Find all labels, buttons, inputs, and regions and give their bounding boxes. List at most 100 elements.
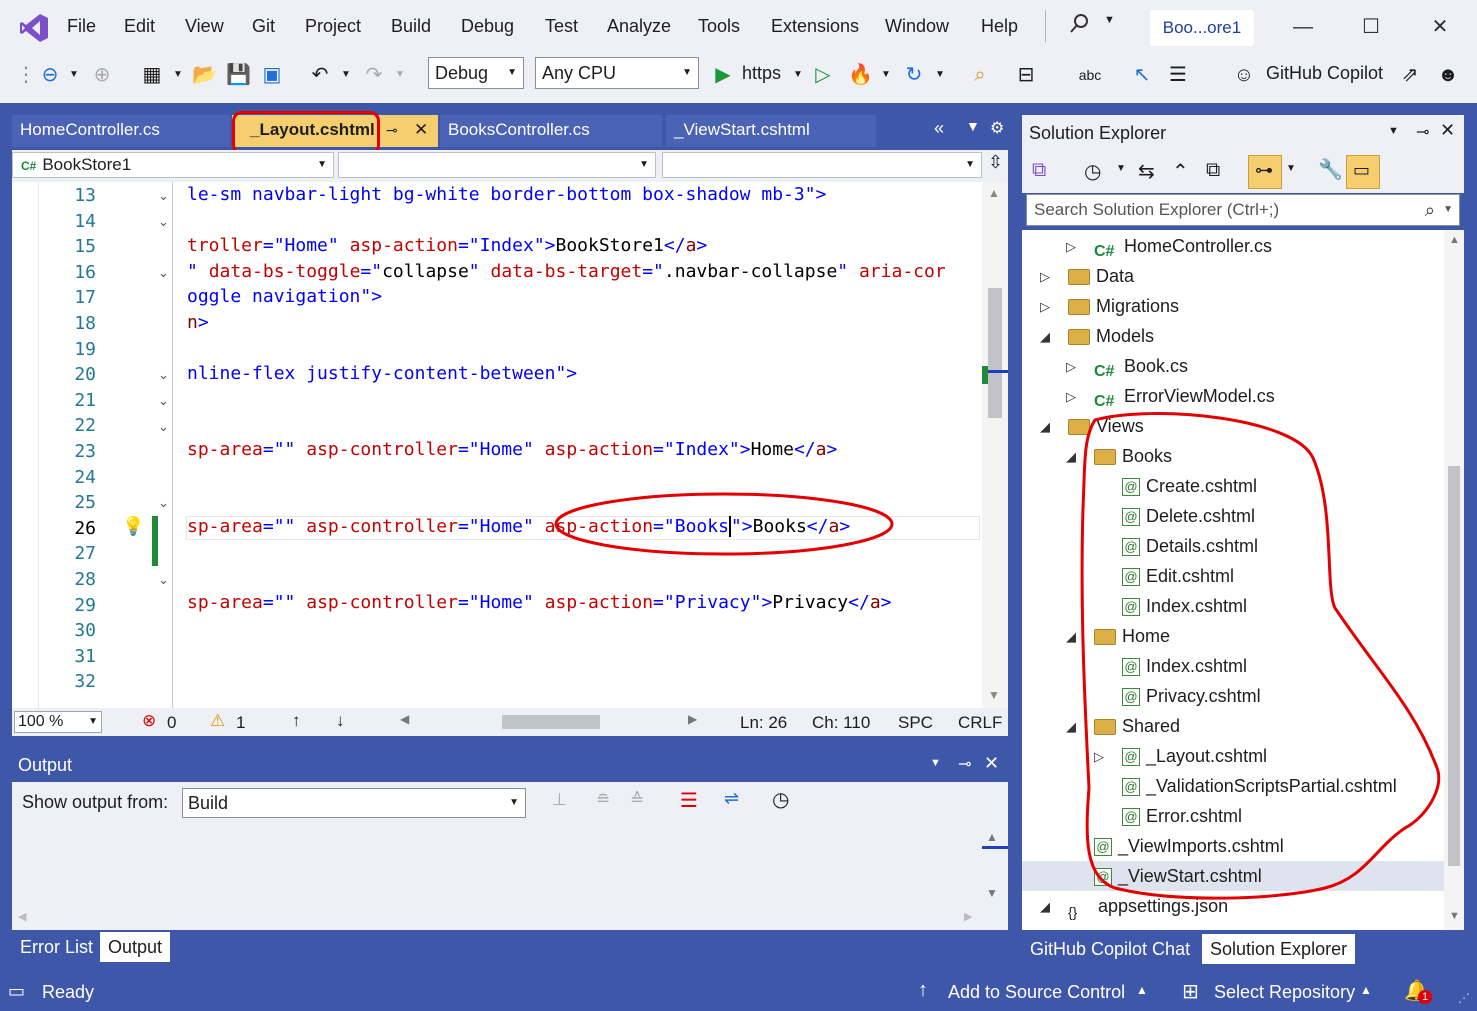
switch-views-icon[interactable]: ⧉ bbox=[1032, 159, 1046, 182]
zoom-select[interactable]: 100 % ▼ bbox=[14, 711, 102, 733]
menu-analyze[interactable]: Analyze bbox=[607, 16, 671, 37]
pin-icon[interactable]: ⊸ bbox=[386, 115, 398, 145]
copy-icon[interactable]: ⧉ bbox=[1206, 159, 1220, 182]
pin-icon[interactable]: ⊸ bbox=[1416, 122, 1429, 142]
scroll-right-icon[interactable]: ▶ bbox=[688, 712, 697, 726]
panel-options-icon[interactable]: ▼ bbox=[930, 757, 941, 769]
copilot-label[interactable]: GitHub Copilot bbox=[1266, 63, 1383, 84]
solution-name-badge[interactable]: Boo...ore1 bbox=[1150, 10, 1254, 46]
hot-reload-icon[interactable]: 🔥 bbox=[848, 63, 873, 87]
fold-chevron-icon[interactable]: ⌄ bbox=[158, 188, 169, 204]
column-indicator[interactable]: Ch: 110 bbox=[812, 713, 870, 733]
warning-count[interactable]: 1 bbox=[236, 713, 245, 733]
previous-issue-icon[interactable]: ↑ bbox=[292, 711, 301, 731]
scroll-right-icon[interactable]: ▶ bbox=[964, 910, 972, 923]
menu-debug[interactable]: Debug bbox=[461, 16, 514, 37]
menu-build[interactable]: Build bbox=[391, 16, 431, 37]
close-panel-icon[interactable]: ✕ bbox=[1440, 120, 1455, 141]
select-repository[interactable]: Select Repository bbox=[1214, 982, 1355, 1003]
fold-chevron-icon[interactable]: ⌄ bbox=[158, 214, 169, 230]
tree-item-folder[interactable]: Migrations bbox=[1068, 291, 1179, 321]
type-dropdown[interactable]: ▼ bbox=[338, 152, 656, 178]
menu-file[interactable]: File bbox=[67, 16, 96, 37]
fold-chevron-icon[interactable]: ⌄ bbox=[158, 367, 169, 383]
clock-icon[interactable]: ◷ bbox=[772, 787, 789, 812]
start-debugging-icon[interactable]: ▶ bbox=[711, 63, 735, 87]
previous-message-icon[interactable]: ≘ bbox=[596, 790, 610, 810]
tab-error-list[interactable]: Error List bbox=[12, 932, 101, 962]
whitespace-indicator[interactable]: SPC bbox=[898, 713, 933, 733]
feedback-icon[interactable]: ☻ bbox=[1436, 63, 1460, 87]
word-wrap-icon[interactable]: ⇌ bbox=[724, 788, 739, 809]
line-indicator[interactable]: Ln: 26 bbox=[740, 713, 787, 733]
lightbulb-icon[interactable]: 💡 bbox=[122, 516, 144, 537]
member-dropdown[interactable]: ▼ bbox=[662, 152, 982, 178]
search-options-icon[interactable]: ▼ bbox=[1443, 195, 1453, 225]
collapse-all-icon[interactable]: ⌃ bbox=[1172, 159, 1189, 184]
copilot-icon[interactable]: ☺ bbox=[1232, 63, 1256, 87]
show-all-files-button[interactable]: ⊶ bbox=[1248, 155, 1282, 189]
scrollbar-thumb[interactable] bbox=[1448, 466, 1460, 866]
fold-chevron-icon[interactable]: ⌄ bbox=[158, 572, 169, 588]
pending-changes-icon[interactable]: ◷ bbox=[1084, 159, 1101, 184]
tab-overflow-icon[interactable]: « bbox=[934, 118, 944, 139]
next-issue-icon[interactable]: ↓ bbox=[336, 711, 345, 731]
fold-chevron-icon[interactable]: ⌄ bbox=[158, 495, 169, 511]
back-dropdown-icon[interactable]: ▼ bbox=[62, 63, 86, 87]
menu-extensions[interactable]: Extensions bbox=[771, 16, 859, 37]
close-tab-icon[interactable]: ✕ bbox=[414, 115, 428, 145]
run-target-label[interactable]: https bbox=[742, 63, 781, 84]
tree-item-cs[interactable]: C# ErrorViewModel.cs bbox=[1094, 381, 1275, 411]
resize-grip-icon[interactable]: ⋰ bbox=[1458, 991, 1470, 1005]
redo-icon[interactable]: ↷ bbox=[362, 63, 386, 87]
scroll-left-icon[interactable]: ◀ bbox=[400, 712, 409, 726]
run-target-dropdown-icon[interactable]: ▼ bbox=[786, 63, 810, 87]
tree-item-cs[interactable]: C# Book.cs bbox=[1094, 351, 1188, 381]
back-icon[interactable]: ⊖ bbox=[38, 63, 62, 87]
tree-item-folder[interactable]: Models bbox=[1068, 321, 1154, 351]
code-editor[interactable]: 13 14 15 16 17 18 19 20 21 22 23 24 25 26 27 28 29 30 31 32… bbox=[12, 182, 1008, 708]
editor-vertical-scrollbar[interactable]: ▲ ▼ bbox=[982, 182, 1008, 708]
scroll-up-icon[interactable]: ▲ bbox=[988, 186, 1000, 200]
split-editor-icon[interactable]: ⇳ bbox=[988, 152, 1003, 173]
line-ending-indicator[interactable]: CRLF bbox=[958, 713, 1002, 733]
pin-icon[interactable]: ⊸ bbox=[958, 754, 971, 774]
maximize-icon[interactable]: ☐ bbox=[1356, 12, 1386, 42]
chevron-up-icon[interactable]: ▲ bbox=[1136, 983, 1148, 997]
configuration-select[interactable]: Debug ▼ bbox=[428, 57, 524, 89]
sync-icon[interactable]: ⇆ bbox=[1138, 159, 1155, 184]
scroll-down-icon[interactable]: ▼ bbox=[986, 886, 998, 900]
menu-window[interactable]: Window bbox=[885, 16, 949, 37]
document-outline-icon[interactable]: ☰ bbox=[1166, 63, 1190, 87]
output-source-select[interactable]: Build ▼ bbox=[182, 788, 526, 818]
output-window-icon[interactable]: ▭ bbox=[8, 981, 25, 1002]
tab-books-controller[interactable]: BooksController.cs bbox=[440, 115, 662, 147]
close-panel-icon[interactable]: ✕ bbox=[984, 753, 999, 774]
find-in-files-icon[interactable]: ⌕ bbox=[968, 63, 992, 87]
tab-solution-explorer[interactable]: Solution Explorer bbox=[1202, 934, 1356, 964]
collapse-arrow-icon[interactable]: ◢ bbox=[1040, 899, 1050, 915]
add-to-source-control[interactable]: Add to Source Control bbox=[948, 982, 1125, 1003]
warning-icon[interactable]: ⚠ bbox=[210, 711, 225, 731]
undo-dropdown-icon[interactable]: ▼ bbox=[334, 63, 358, 87]
save-all-icon[interactable]: ▣ bbox=[260, 63, 284, 87]
new-project-dropdown-icon[interactable]: ▼ bbox=[166, 63, 190, 87]
collapse-arrow-icon[interactable]: ◢ bbox=[1040, 329, 1050, 345]
platform-select[interactable]: Any CPU ▼ bbox=[535, 57, 699, 89]
expand-arrow-icon[interactable]: ▷ bbox=[1066, 239, 1076, 255]
fold-chevron-icon[interactable]: ⌄ bbox=[158, 393, 169, 409]
menu-test[interactable]: Test bbox=[545, 16, 578, 37]
collapse-arrow-icon[interactable]: ◢ bbox=[1040, 419, 1050, 435]
expand-arrow-icon[interactable]: ▷ bbox=[1040, 299, 1050, 315]
preview-selected-button[interactable]: ▭ bbox=[1346, 155, 1380, 189]
share-icon[interactable]: ⇗ bbox=[1398, 63, 1422, 87]
search-button[interactable]: ▼ bbox=[1060, 10, 1130, 42]
redo-dropdown-icon[interactable]: ▼ bbox=[388, 63, 412, 87]
scroll-up-icon[interactable]: ▲ bbox=[986, 830, 998, 844]
tree-scrollbar[interactable]: ▲ ▼ bbox=[1444, 230, 1464, 930]
go-to-current-icon[interactable]: ⊥ bbox=[552, 790, 567, 810]
undo-icon[interactable]: ↶ bbox=[308, 63, 332, 87]
panel-options-icon[interactable]: ▼ bbox=[1388, 125, 1399, 137]
tree-item-folder[interactable]: Data bbox=[1068, 261, 1134, 291]
solution-explorer-search[interactable]: Search Solution Explorer (Ctrl+;) ⌕ ▼ bbox=[1026, 194, 1460, 226]
